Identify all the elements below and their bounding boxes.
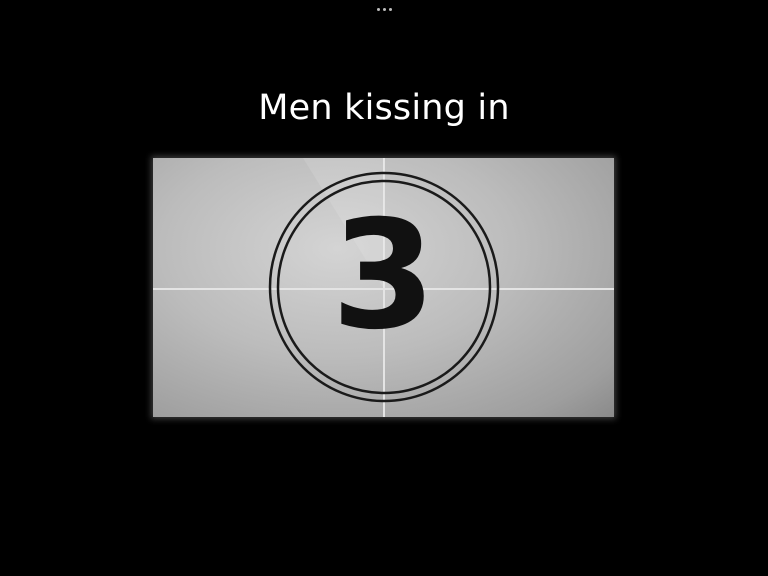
more-dots-icon[interactable] <box>372 4 396 14</box>
dot <box>376 7 380 11</box>
video-caption: Men kissing in <box>258 88 510 128</box>
dot <box>382 7 386 11</box>
countdown-number: 3 <box>331 189 436 363</box>
film-countdown-leader: 3 <box>153 158 614 417</box>
dot <box>388 7 392 11</box>
video-screen: Men kissing in 3 <box>0 0 768 576</box>
